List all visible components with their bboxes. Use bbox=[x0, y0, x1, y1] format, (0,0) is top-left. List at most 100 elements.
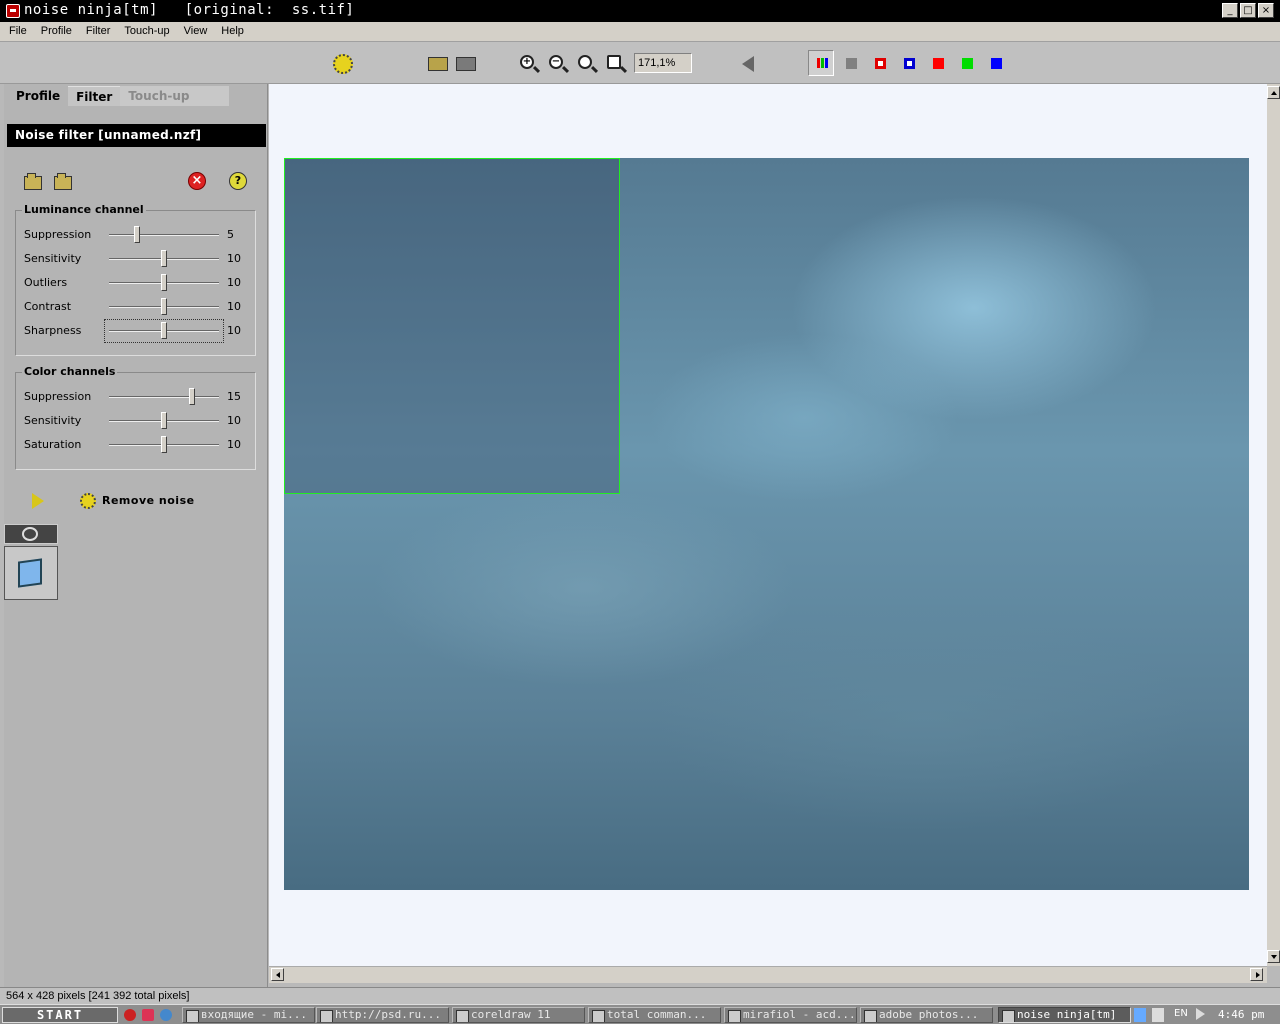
luminance-slider-thumb[interactable] bbox=[161, 298, 167, 315]
arrow-right-icon[interactable] bbox=[32, 493, 44, 509]
photo-preview[interactable] bbox=[284, 158, 1249, 890]
luminance-slider-track[interactable] bbox=[109, 330, 219, 332]
luminance-slider-thumb[interactable] bbox=[134, 226, 140, 243]
luminance-slider-value: 5 bbox=[227, 228, 234, 241]
luminance-slider-value: 10 bbox=[227, 252, 241, 265]
taskbar-task[interactable]: noise ninja[tm] bbox=[998, 1007, 1131, 1023]
menu-file[interactable]: File bbox=[0, 22, 32, 41]
folder-icon[interactable] bbox=[18, 558, 42, 588]
luminance-slider-row: Contrast 10 bbox=[24, 297, 248, 317]
zoom-out-icon[interactable]: − bbox=[549, 55, 563, 69]
luminance-group: Luminance channel Suppression 5 Sensitivit… bbox=[15, 203, 256, 356]
dock-header[interactable] bbox=[4, 524, 58, 544]
luminance-slider-label: Outliers bbox=[24, 276, 68, 289]
volume-icon[interactable] bbox=[1152, 1008, 1164, 1022]
start-button[interactable]: START bbox=[2, 1007, 118, 1023]
taskbar-task[interactable]: входящие - mi... bbox=[182, 1007, 315, 1023]
channel-gray-button[interactable] bbox=[846, 58, 857, 69]
luminance-slider-thumb[interactable] bbox=[161, 250, 167, 267]
color-slider-track[interactable] bbox=[109, 396, 219, 398]
menu-bar: File Profile Filter Touch-up View Help bbox=[0, 22, 1280, 42]
dock-widget[interactable] bbox=[4, 524, 58, 602]
taskbar-task[interactable]: mirafiol - acd... bbox=[724, 1007, 857, 1023]
tab-filter[interactable]: Filter bbox=[68, 86, 121, 106]
taskbar-task[interactable]: coreldraw 11 bbox=[452, 1007, 585, 1023]
open-folder-icon[interactable] bbox=[24, 173, 42, 190]
luminance-slider-label: Contrast bbox=[24, 300, 72, 313]
color-slider-label: Sensitivity bbox=[24, 414, 82, 427]
scroll-up-button[interactable] bbox=[1267, 86, 1280, 99]
channel-red-outline-button[interactable] bbox=[875, 58, 886, 69]
scroll-down-button[interactable] bbox=[1267, 950, 1280, 963]
play-icon[interactable] bbox=[1196, 1008, 1206, 1020]
opera-icon[interactable] bbox=[124, 1009, 136, 1021]
preview-selection[interactable] bbox=[284, 158, 620, 494]
dock-logo-icon bbox=[22, 527, 38, 541]
menu-view[interactable]: View bbox=[175, 22, 213, 41]
minimize-button[interactable]: _ bbox=[1222, 3, 1238, 18]
luminance-slider-thumb[interactable] bbox=[161, 274, 167, 291]
zoom-in-icon[interactable]: + bbox=[520, 55, 534, 69]
luminance-slider-track[interactable] bbox=[109, 234, 219, 236]
taskbar-task[interactable]: total comman... bbox=[588, 1007, 721, 1023]
language-indicator[interactable]: EN bbox=[1174, 1008, 1188, 1022]
taskbar-task[interactable]: adobe photos... bbox=[860, 1007, 993, 1023]
luminance-slider-label: Suppression bbox=[24, 228, 92, 241]
menu-profile[interactable]: Profile bbox=[32, 22, 77, 41]
gear-icon[interactable] bbox=[333, 54, 353, 74]
menu-help[interactable]: Help bbox=[212, 22, 249, 41]
luminance-slider-thumb[interactable] bbox=[161, 322, 167, 339]
luminance-slider-value: 10 bbox=[227, 276, 241, 289]
channel-blue-outline-button[interactable] bbox=[904, 58, 915, 69]
network-icon[interactable] bbox=[1134, 1008, 1146, 1022]
luminance-slider-label: Sharpness bbox=[24, 324, 82, 337]
luminance-slider-row: Sensitivity 10 bbox=[24, 249, 248, 269]
menu-touch-up[interactable]: Touch-up bbox=[115, 22, 174, 41]
chevron-left-icon[interactable] bbox=[742, 56, 754, 72]
tab-touch-up: Touch-up bbox=[120, 86, 230, 106]
color-group: Color channels Suppression 15 Sensitivity 1… bbox=[15, 365, 256, 470]
color-slider-value: 10 bbox=[227, 438, 241, 451]
channel-blue-button[interactable] bbox=[991, 58, 1002, 69]
window-title: noise ninja[tm] [original: ss.tif] bbox=[24, 2, 355, 18]
zoom-fit-icon[interactable] bbox=[607, 55, 621, 69]
luminance-slider-row: Suppression 5 bbox=[24, 225, 248, 245]
luminance-slider-row: Outliers 10 bbox=[24, 273, 248, 293]
color-slider-thumb[interactable] bbox=[189, 388, 195, 405]
mail-icon[interactable] bbox=[142, 1009, 154, 1021]
channel-green-button[interactable] bbox=[962, 58, 973, 69]
horizontal-scrollbar[interactable] bbox=[269, 966, 1267, 983]
color-slider-label: Suppression bbox=[24, 390, 92, 403]
tab-profile[interactable]: Profile bbox=[8, 86, 69, 106]
remove-noise-button[interactable]: Remove noise bbox=[102, 494, 195, 507]
zoom-actual-icon[interactable] bbox=[578, 55, 592, 69]
scroll-left-button[interactable] bbox=[271, 968, 284, 981]
color-legend: Color channels bbox=[22, 365, 118, 378]
vertical-scrollbar[interactable] bbox=[1267, 84, 1280, 966]
color-slider-value: 15 bbox=[227, 390, 241, 403]
gear-icon[interactable] bbox=[80, 493, 96, 509]
app-icon[interactable] bbox=[6, 4, 20, 18]
printer-disabled-icon[interactable] bbox=[456, 57, 476, 71]
close-window-button[interactable]: × bbox=[1258, 3, 1274, 18]
menu-filter[interactable]: Filter bbox=[77, 22, 115, 41]
channel-red-button[interactable] bbox=[933, 58, 944, 69]
scroll-right-button[interactable] bbox=[1250, 968, 1263, 981]
panel-title: Noise filter [unnamed.nzf] bbox=[7, 124, 266, 147]
browser-icon[interactable] bbox=[160, 1009, 172, 1021]
color-slider-thumb[interactable] bbox=[161, 436, 167, 453]
reset-close-icon[interactable]: × bbox=[188, 172, 206, 190]
title-bar[interactable]: noise ninja[tm] [original: ss.tif] _ □ × bbox=[0, 0, 1280, 22]
save-folder-icon[interactable] bbox=[54, 173, 72, 190]
luminance-slider-label: Sensitivity bbox=[24, 252, 82, 265]
zoom-level-field[interactable]: 171,1% bbox=[634, 53, 692, 73]
panel-tabs: Profile Filter Touch-up bbox=[8, 86, 230, 106]
printer-icon[interactable] bbox=[428, 57, 448, 71]
zoom-in-glyph: + bbox=[522, 56, 532, 67]
channel-rgb-button[interactable] bbox=[808, 50, 834, 76]
image-canvas[interactable] bbox=[269, 84, 1267, 966]
color-slider-thumb[interactable] bbox=[161, 412, 167, 429]
taskbar-task[interactable]: http://psd.ru... bbox=[316, 1007, 449, 1023]
help-icon[interactable]: ? bbox=[229, 172, 247, 190]
maximize-button[interactable]: □ bbox=[1240, 3, 1256, 18]
